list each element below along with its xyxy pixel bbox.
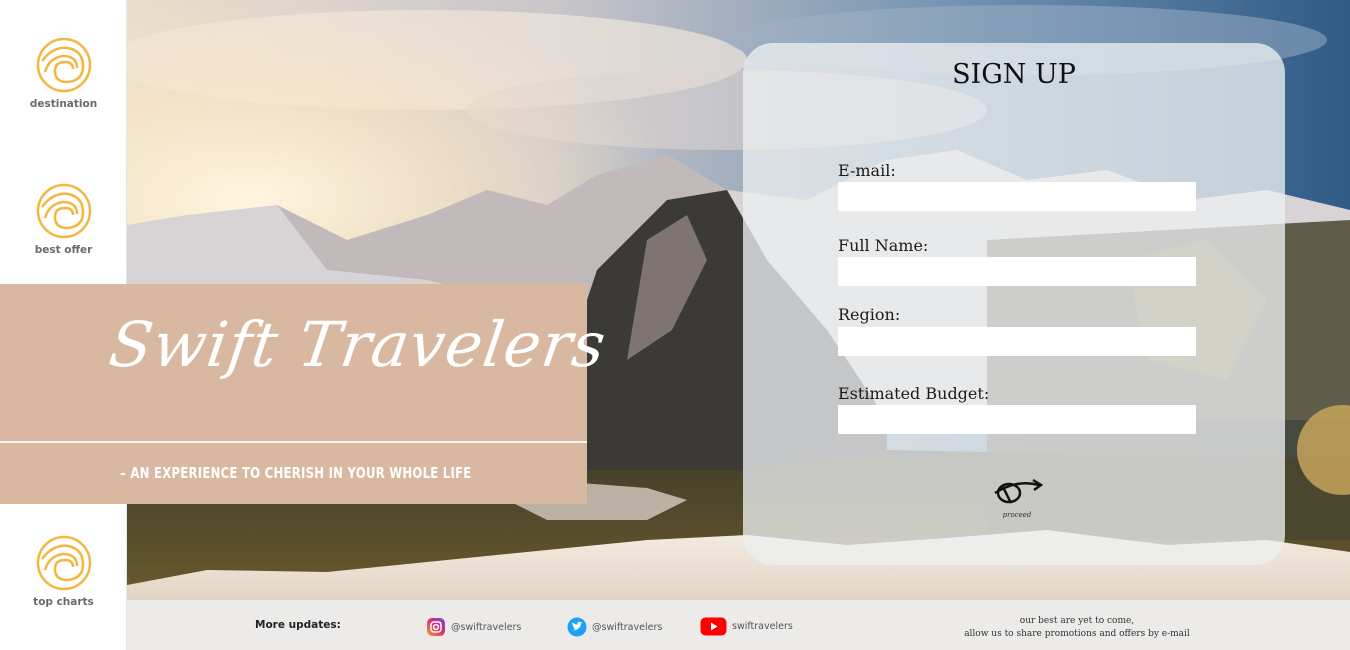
youtube-link[interactable]: swiftravelers (700, 617, 793, 636)
sidebar-item-label: destination (29, 98, 98, 110)
twitter-icon (567, 617, 587, 637)
twitter-handle: @swiftravelers (592, 621, 663, 633)
swirl-logo-icon (36, 535, 91, 591)
signup-card: SIGN UP E-mail: Full Name: Region: Estim… (743, 43, 1285, 565)
youtube-handle: swiftravelers (732, 621, 793, 632)
full-name-field[interactable] (838, 257, 1196, 286)
footer-note: our best are yet to come, allow us to sh… (957, 615, 1197, 641)
instagram-handle: @swiftravelers (451, 621, 522, 633)
signup-title: SIGN UP (952, 59, 1076, 90)
more-updates-label: More updates: (255, 619, 341, 631)
twitter-link[interactable]: @swiftravelers (567, 617, 662, 637)
footer: More updates: @swiftravelers @swiftravel… (127, 600, 1350, 650)
estimated-budget-label: Estimated Budget: (838, 384, 990, 403)
email-field[interactable] (838, 182, 1196, 211)
brand-title: Swift Travelers (104, 308, 611, 381)
sidebar-item-best-offer[interactable]: best offer (0, 182, 127, 256)
brand-banner: Swift Travelers – AN EXPERIENCE TO CHERI… (0, 284, 611, 504)
banner-divider (0, 441, 587, 443)
sidebar-item-label: best offer (34, 244, 93, 256)
footer-note-line: allow us to share promotions and offers … (964, 629, 1190, 639)
brand-tagline: – AN EXPERIENCE TO CHERISH IN YOUR WHOLE… (120, 464, 472, 482)
instagram-icon (427, 618, 445, 636)
arrow-right-icon (994, 478, 1044, 504)
footer-note-line: our best are yet to come, (1019, 616, 1135, 626)
full-name-label: Full Name: (838, 236, 929, 255)
region-label: Region: (838, 305, 901, 324)
proceed-button[interactable]: proceed (989, 475, 1045, 521)
swirl-logo-icon (36, 183, 91, 239)
sidebar-item-destination[interactable]: destination (0, 36, 127, 110)
proceed-label: proceed (1002, 511, 1032, 519)
instagram-link[interactable]: @swiftravelers (426, 617, 521, 637)
swirl-logo-icon (36, 37, 91, 93)
sidebar-item-top-charts[interactable]: top charts (0, 534, 127, 608)
youtube-icon (700, 617, 727, 636)
email-label: E-mail: (838, 161, 896, 180)
estimated-budget-field[interactable] (838, 405, 1196, 434)
region-field[interactable] (838, 327, 1196, 356)
sidebar-item-label: top charts (33, 596, 94, 608)
